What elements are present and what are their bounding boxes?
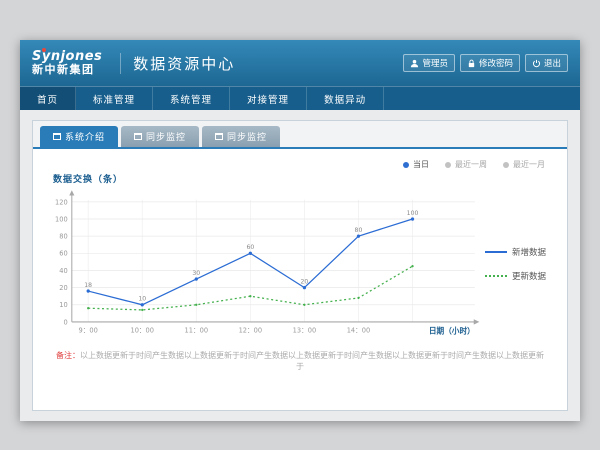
main-nav: 首页 标准管理 系统管理 对接管理 数据异动 xyxy=(20,86,580,110)
chart-legend: 新增数据更新数据 xyxy=(485,246,559,282)
footnote-label: 备注： xyxy=(56,351,80,360)
main-panel: 系统介绍 同步监控 同步监控 当日 最近一周 最近一月 数据交换（条） 0 10 20 4… xyxy=(32,120,568,411)
filter-dot-icon xyxy=(403,162,409,168)
filter-option-1[interactable]: 最近一周 xyxy=(445,159,487,170)
tab-sync-monitor-2[interactable]: 同步监控 xyxy=(202,126,280,147)
filter-dot-icon xyxy=(503,162,509,168)
svg-text:20: 20 xyxy=(301,278,309,285)
brand-red-dot-icon xyxy=(42,48,46,52)
svg-text:120: 120 xyxy=(55,198,68,206)
svg-text:10: 10 xyxy=(138,295,146,302)
svg-text:100: 100 xyxy=(407,210,419,217)
brand-name-cn: 新中新集团 xyxy=(32,64,102,76)
svg-text:60: 60 xyxy=(246,244,254,251)
user-button[interactable]: 管理员 xyxy=(403,54,455,72)
svg-text:14：00: 14：00 xyxy=(347,326,371,334)
window-icon xyxy=(215,133,223,140)
user-icon xyxy=(410,59,419,68)
filter-dot-icon xyxy=(445,162,451,168)
footnote: 备注：以上数据更新于时间产生数据以上数据更新于时间产生数据以上数据更新于时间产生… xyxy=(33,350,567,372)
tab-system-intro[interactable]: 系统介绍 xyxy=(40,126,118,147)
nav-item-integration-mgmt[interactable]: 对接管理 xyxy=(230,87,307,110)
svg-text:20: 20 xyxy=(59,284,67,292)
tab-sync-monitor-1[interactable]: 同步监控 xyxy=(121,126,199,147)
svg-text:11：00: 11：00 xyxy=(185,326,209,334)
change-password-button[interactable]: 修改密码 xyxy=(460,54,520,72)
window-icon xyxy=(53,133,61,140)
svg-text:12：00: 12：00 xyxy=(239,326,263,334)
logout-button[interactable]: 退出 xyxy=(525,54,568,72)
svg-text:10: 10 xyxy=(59,301,67,309)
tab-bar: 系统介绍 同步监控 同步监控 xyxy=(33,121,567,149)
legend-line-icon xyxy=(485,275,507,277)
svg-text:10：00: 10：00 xyxy=(130,326,154,334)
brand-logo: Synjones 新中新集团 xyxy=(32,50,102,76)
line-chart: 0 10 20 40 60 80 100 120 9：00 10：00 11：00 12：00 13：0… xyxy=(35,185,485,343)
lock-icon xyxy=(467,59,476,68)
filter-option-0[interactable]: 当日 xyxy=(403,159,429,170)
header-actions: 管理员 修改密码 退出 xyxy=(403,54,568,72)
footnote-text: 以上数据更新于时间产生数据以上数据更新于时间产生数据以上数据更新于时间产生数据以… xyxy=(80,351,544,371)
legend-item-1[interactable]: 更新数据 xyxy=(485,270,559,282)
svg-text:80: 80 xyxy=(355,227,363,234)
nav-item-data-change[interactable]: 数据异动 xyxy=(307,87,384,110)
svg-text:13：00: 13：00 xyxy=(293,326,317,334)
legend-item-0[interactable]: 新增数据 xyxy=(485,246,559,258)
chart-filters: 当日 最近一周 最近一月 xyxy=(55,159,545,170)
svg-text:9：00: 9：00 xyxy=(79,326,98,334)
app-window: Synjones 新中新集团 数据资源中心 管理员 修改密码 xyxy=(20,40,580,421)
filter-option-2[interactable]: 最近一月 xyxy=(503,159,545,170)
svg-text:40: 40 xyxy=(59,267,67,275)
nav-item-standard-mgmt[interactable]: 标准管理 xyxy=(76,87,153,110)
svg-text:60: 60 xyxy=(59,250,67,258)
window-icon xyxy=(134,133,142,140)
content-area: 系统介绍 同步监控 同步监控 当日 最近一周 最近一月 数据交换（条） 0 10 20 4… xyxy=(20,110,580,421)
chart-container: 0 10 20 40 60 80 100 120 9：00 10：00 11：00 12：00 13：0… xyxy=(33,185,567,343)
svg-text:日期（小时）: 日期（小时） xyxy=(429,325,475,335)
svg-text:80: 80 xyxy=(59,232,67,240)
power-icon xyxy=(532,59,541,68)
chart-y-axis-title: 数据交换（条） xyxy=(53,172,567,185)
app-header: Synjones 新中新集团 数据资源中心 管理员 修改密码 xyxy=(20,40,580,86)
svg-text:18: 18 xyxy=(84,282,92,289)
page-title: 数据资源中心 xyxy=(120,53,235,74)
brand-name: Synjones xyxy=(32,50,102,64)
svg-text:0: 0 xyxy=(63,318,67,326)
svg-text:100: 100 xyxy=(55,215,68,223)
nav-item-system-mgmt[interactable]: 系统管理 xyxy=(153,87,230,110)
svg-text:30: 30 xyxy=(192,270,200,277)
legend-line-icon xyxy=(485,251,507,253)
nav-item-home[interactable]: 首页 xyxy=(20,87,76,110)
